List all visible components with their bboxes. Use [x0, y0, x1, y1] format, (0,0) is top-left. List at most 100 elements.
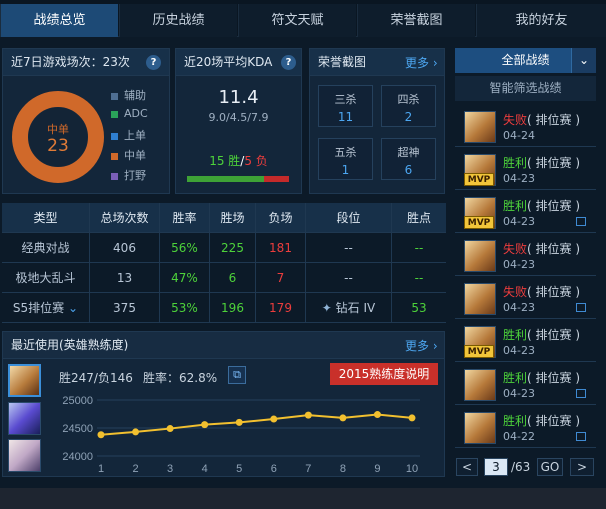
match-date: 04-23	[503, 172, 535, 185]
tab-history[interactable]: 历史战绩	[119, 4, 237, 37]
data-point	[408, 414, 416, 422]
cell-rate: 56%	[160, 233, 210, 263]
losses-count: 5 负	[244, 154, 268, 168]
cell-losses: 181	[256, 233, 306, 263]
history-item[interactable]: 失败( 排位赛 ) 04-24	[455, 107, 596, 147]
result-label: 胜利( 排位赛 )	[503, 199, 581, 213]
series-line	[100, 413, 413, 436]
history-item[interactable]: MVP 胜利( 排位赛 ) 04-23	[455, 322, 596, 362]
honor-more-link[interactable]: 更多 ›	[405, 54, 438, 71]
penta-kill: 五杀 1	[318, 138, 373, 180]
screenshot-icon[interactable]	[576, 389, 586, 398]
donut-label: 中单	[47, 123, 69, 136]
win-loss-summary: 胜247/负146	[59, 371, 133, 385]
cell-points: --	[414, 241, 424, 255]
legend-adc: ADC	[111, 107, 148, 120]
data-point	[339, 414, 347, 422]
champion-icon	[464, 412, 496, 444]
screenshot-icon[interactable]	[576, 303, 586, 312]
champion-avatar[interactable]	[8, 439, 41, 472]
legendary: 超神 6	[381, 138, 436, 180]
recent-used-panel: 最近使用(英雄熟练度) 更多 › 胜247/负146 胜率：62.8% ⧉ 20…	[2, 331, 445, 477]
next-page-button[interactable]: >	[570, 458, 594, 476]
recent-used-title: 最近使用(英雄熟练度)	[3, 332, 444, 359]
cell-losses: 7	[256, 263, 306, 293]
quadra-kill: 四杀 2	[381, 85, 436, 127]
win-loss-record: 15 胜/5 负	[176, 152, 301, 169]
tab-runes[interactable]: 符文天赋	[238, 4, 356, 37]
x-tick-label: 10	[406, 463, 418, 475]
cell-total: 375	[90, 293, 160, 323]
recent-used-more-link[interactable]: 更多 ›	[405, 337, 438, 354]
champion-avatar-selected[interactable]	[8, 364, 41, 397]
legend-swatch	[111, 132, 118, 140]
table-row: 极地大乱斗 13 47% 6 7 -- --	[2, 263, 446, 293]
cell-type[interactable]: S5排位赛 ⌄	[2, 293, 90, 323]
history-item[interactable]: MVP 胜利( 排位赛 ) 04-23	[455, 193, 596, 233]
screenshot-icon[interactable]	[576, 217, 586, 226]
x-tick-label: 2	[132, 463, 138, 475]
result-label: 胜利( 排位赛 )	[503, 328, 581, 342]
kda-detail: 9.0/4.5/7.9	[208, 111, 269, 124]
result-label: 胜利( 排位赛 )	[503, 156, 581, 170]
cell-rank: --	[306, 263, 392, 293]
champion-icon	[464, 240, 496, 272]
cell-points: 53	[411, 301, 427, 315]
table-row: 经典对战 406 56% 225 181 -- --	[2, 233, 446, 263]
y-tick-label: 25000	[62, 395, 93, 407]
page-input[interactable]: 3	[484, 458, 508, 476]
legend-swatch	[111, 152, 118, 160]
col-wins: 胜场	[210, 203, 256, 233]
tab-honor[interactable]: 荣誉截图	[357, 4, 475, 37]
go-button[interactable]: GO	[537, 458, 563, 476]
cell-rate: 47%	[160, 263, 210, 293]
x-tick-label: 8	[340, 463, 346, 475]
screenshot-icon[interactable]	[576, 432, 586, 441]
prev-page-button[interactable]: <	[456, 458, 478, 476]
table-row: S5排位赛 ⌄ 375 53% 196 179 ✦ 钻石 IV 53	[2, 293, 446, 323]
legend-swatch	[111, 92, 118, 100]
champion-winrate: 胜率：62.8%	[143, 371, 218, 385]
proficiency-info-button[interactable]: 2015熟练度说明	[330, 363, 438, 385]
result-label: 失败( 排位赛 )	[503, 285, 581, 299]
wins-count: 15 胜	[209, 154, 241, 168]
match-date: 04-23	[503, 344, 535, 357]
x-tick-label: 5	[236, 463, 242, 475]
footer-bar	[0, 488, 606, 509]
triple-kill-value: 11	[337, 110, 354, 124]
history-item[interactable]: 胜利( 排位赛 ) 04-22	[455, 408, 596, 448]
legend-swatch	[111, 172, 118, 180]
legend-label: ADC	[124, 107, 148, 120]
col-losses: 负场	[256, 203, 306, 233]
x-tick-label: 6	[271, 463, 277, 475]
help-icon[interactable]: ?	[281, 55, 296, 70]
history-item[interactable]: 失败( 排位赛 ) 04-23	[455, 236, 596, 276]
champion-avatar[interactable]	[8, 402, 41, 435]
history-item[interactable]: 失败( 排位赛 ) 04-23	[455, 279, 596, 319]
history-item[interactable]: MVP 胜利( 排位赛 ) 04-23	[455, 150, 596, 190]
quadra-kill-value: 2	[404, 110, 413, 124]
col-type: 类型	[2, 203, 90, 233]
cell-rank: --	[306, 233, 392, 263]
triple-kill-label: 三杀	[334, 93, 357, 106]
chevron-down-icon[interactable]: ⌄	[571, 48, 596, 73]
mvp-badge: MVP	[464, 173, 494, 186]
data-point	[97, 431, 105, 439]
smart-filter[interactable]: 智能筛选战绩	[455, 76, 596, 101]
legend-support: 辅助	[111, 87, 146, 103]
tab-overview[interactable]: 战绩总览	[0, 4, 118, 37]
tab-friends[interactable]: 我的好友	[476, 4, 606, 37]
cell-rate: 53%	[160, 293, 210, 323]
match-date: 04-22	[503, 430, 535, 443]
cell-points: --	[414, 271, 424, 285]
champion-icon	[464, 283, 496, 315]
help-icon[interactable]: ?	[146, 55, 161, 70]
data-point	[201, 421, 209, 429]
legend-swatch	[111, 110, 118, 118]
x-tick-label: 4	[202, 463, 208, 475]
copy-icon[interactable]: ⧉	[228, 366, 246, 384]
history-item[interactable]: 胜利( 排位赛 ) 04-23	[455, 365, 596, 405]
result-label: 失败( 排位赛 )	[503, 113, 581, 127]
legend-label: 中单	[124, 149, 146, 162]
app-window: 战绩总览 历史战绩 符文天赋 荣誉截图 我的好友 近7日游戏场次：23次 ? 中…	[0, 0, 606, 509]
